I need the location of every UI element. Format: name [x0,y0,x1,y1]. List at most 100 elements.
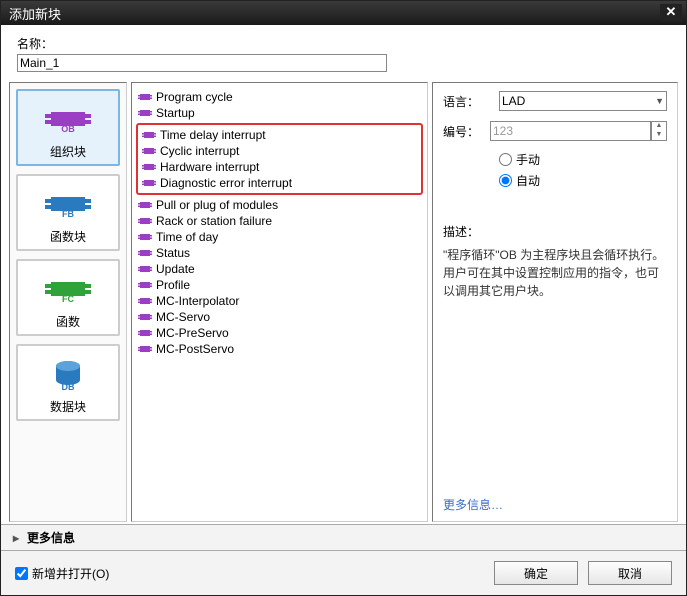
close-icon[interactable]: ✕ [660,4,682,22]
db-label: 数据块 [18,398,118,415]
ob-list-item[interactable]: Cyclic interrupt [140,143,419,159]
block-type-panel: OB 组织块 FB 函数块 FC 函数 DB 数据块 [9,82,127,522]
ob-item-label: Time of day [156,230,218,244]
ob-list-item[interactable]: Time delay interrupt [140,127,419,143]
ob-item-icon [138,280,152,290]
dialog-title: 添加新块 [5,4,660,23]
more-info-bar: ▸ 更多信息 [1,524,686,550]
svg-text:OB: OB [61,124,75,134]
svg-text:FC: FC [62,294,74,304]
ob-list-item[interactable]: Status [136,245,423,261]
add-block-dialog: 添加新块 ✕ 名称： OB 组织块 FB 函数块 FC [0,0,687,596]
ob-item-icon [138,248,152,258]
ob-list-item[interactable]: MC-PostServo [136,341,423,357]
ob-list-item[interactable]: Pull or plug of modules [136,197,423,213]
name-section: 名称： [1,25,686,78]
ob-item-icon [138,312,152,322]
svg-text:DB: DB [62,382,75,391]
main-area: OB 组织块 FB 函数块 FC 函数 DB 数据块 [1,78,686,524]
ob-item-icon [138,344,152,354]
titlebar: 添加新块 ✕ [1,1,686,25]
svg-text:FB: FB [62,209,74,219]
add-and-open-checkbox[interactable] [15,567,28,580]
block-type-ob[interactable]: OB 组织块 [16,89,120,166]
description-text: "程序循环"OB 为主程序块且会循环执行。用户可在其中设置控制应用的指令，也可以… [443,246,667,300]
name-input[interactable] [17,54,387,72]
ob-item-label: Program cycle [156,90,233,104]
auto-radio[interactable] [499,174,512,187]
ob-item-icon [142,178,156,188]
ob-item-label: Profile [156,278,190,292]
ob-item-icon [138,108,152,118]
ob-item-label: Hardware interrupt [160,160,259,174]
interrupt-highlight-box: Time delay interrupt Cyclic interrupt Hard… [136,123,423,195]
add-and-open-label: 新增并打开(O) [32,565,109,582]
ob-item-icon [138,328,152,338]
ob-list-item[interactable]: MC-Interpolator [136,293,423,309]
ob-list-item[interactable]: MC-PreServo [136,325,423,341]
more-info-link[interactable]: 更多信息… [443,476,667,513]
ob-icon: OB [18,99,118,139]
ob-item-label: Update [156,262,195,276]
expand-icon[interactable]: ▸ [9,531,23,545]
language-label: 语言： [443,93,499,110]
manual-label: 手动 [516,151,540,168]
fb-icon: FB [18,184,118,224]
ob-list-item[interactable]: Rack or station failure [136,213,423,229]
ob-list-item[interactable]: Hardware interrupt [140,159,419,175]
language-value: LAD [502,94,525,108]
manual-radio[interactable] [499,153,512,166]
description-label: 描述： [443,223,667,240]
ob-list-item[interactable]: Time of day [136,229,423,245]
spin-up-icon[interactable]: ▲ [652,122,666,131]
spin-down-icon[interactable]: ▼ [652,131,666,140]
name-label: 名称： [17,35,670,52]
dropdown-icon: ▼ [655,96,664,106]
fb-label: 函数块 [18,228,118,245]
ob-item-icon [138,200,152,210]
ob-list-item[interactable]: Program cycle [136,89,423,105]
db-icon: DB [18,354,118,394]
block-type-fc[interactable]: FC 函数 [16,259,120,336]
ob-list-item[interactable]: Update [136,261,423,277]
ob-item-icon [138,232,152,242]
ob-item-label: Rack or station failure [156,214,272,228]
ob-item-label: MC-Servo [156,310,210,324]
fc-icon: FC [18,269,118,309]
number-input[interactable] [490,121,651,141]
ob-template-list: Program cycle Startup Time delay interrupt… [131,82,428,522]
ob-item-icon [142,130,156,140]
ob-list-item[interactable]: Profile [136,277,423,293]
dialog-footer: 新增并打开(O) 确定 取消 [1,550,686,595]
block-type-fb[interactable]: FB 函数块 [16,174,120,251]
ob-label: 组织块 [18,143,118,160]
more-info-label: 更多信息 [27,529,75,546]
ob-item-icon [142,162,156,172]
ob-item-icon [138,92,152,102]
language-select[interactable]: LAD ▼ [499,91,667,111]
ob-item-label: Time delay interrupt [160,128,266,142]
ob-item-icon [138,296,152,306]
number-spinner[interactable]: ▲▼ [651,121,667,141]
block-type-db[interactable]: DB 数据块 [16,344,120,421]
ob-list-item[interactable]: Startup [136,105,423,121]
auto-label: 自动 [516,172,540,189]
ob-list-item[interactable]: MC-Servo [136,309,423,325]
fc-label: 函数 [18,313,118,330]
ob-item-label: Cyclic interrupt [160,144,239,158]
number-label: 编号： [443,123,490,140]
ob-item-label: Pull or plug of modules [156,198,278,212]
ob-item-label: MC-Interpolator [156,294,239,308]
ob-item-label: Status [156,246,190,260]
ok-button[interactable]: 确定 [494,561,578,585]
properties-panel: 语言： LAD ▼ 编号： ▲▼ 手动 自动 描述： [432,82,678,522]
ob-item-icon [138,264,152,274]
ob-item-label: Startup [156,106,195,120]
ob-item-icon [138,216,152,226]
ob-item-label: MC-PreServo [156,326,229,340]
ob-item-icon [142,146,156,156]
ob-list-item[interactable]: Diagnostic error interrupt [140,175,419,191]
ob-item-label: MC-PostServo [156,342,234,356]
ob-item-label: Diagnostic error interrupt [160,176,292,190]
cancel-button[interactable]: 取消 [588,561,672,585]
